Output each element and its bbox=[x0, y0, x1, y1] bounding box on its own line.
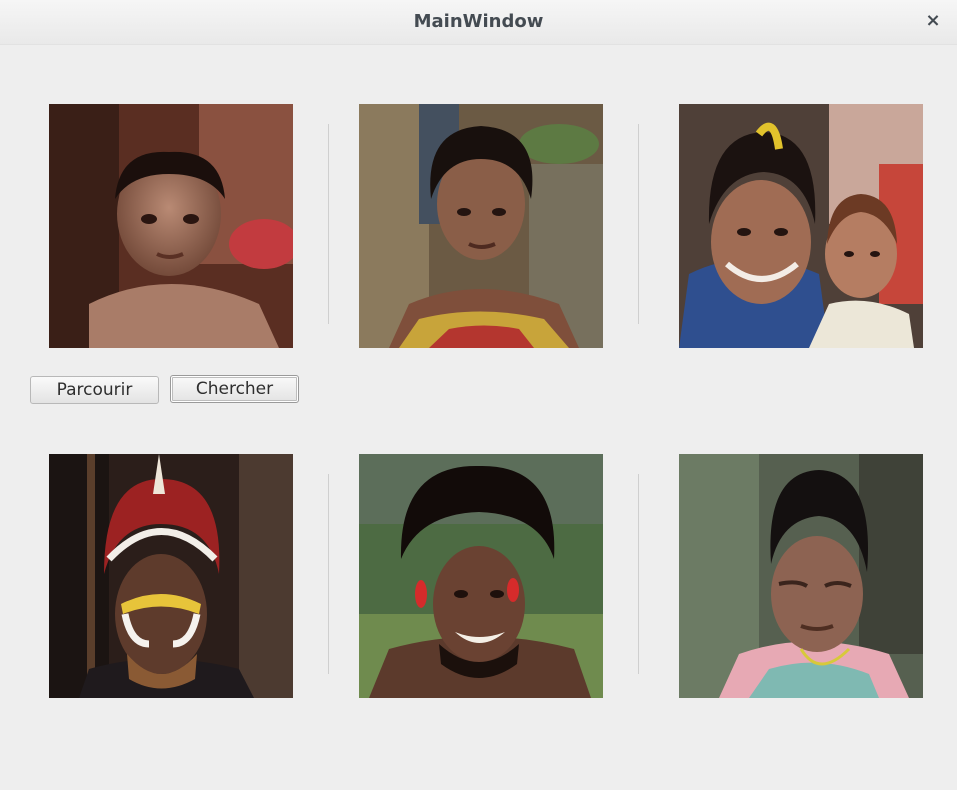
window-title: MainWindow bbox=[413, 11, 544, 32]
separator-2 bbox=[638, 124, 639, 324]
separator-4 bbox=[638, 474, 639, 674]
result-image-1 bbox=[49, 104, 293, 348]
browse-button[interactable]: Parcourir bbox=[30, 376, 159, 404]
main-window: MainWindow × Parcourir Chercher bbox=[0, 0, 957, 790]
result-image-6 bbox=[679, 454, 923, 698]
result-image-3 bbox=[679, 104, 923, 348]
photo-boy bbox=[49, 104, 293, 348]
close-icon[interactable]: × bbox=[923, 10, 943, 32]
photo-man-smiling bbox=[359, 454, 603, 698]
photo-man-painted-face bbox=[49, 454, 293, 698]
result-image-4 bbox=[49, 454, 293, 698]
search-button[interactable]: Chercher bbox=[170, 375, 299, 403]
result-image-5 bbox=[359, 454, 603, 698]
separator-3 bbox=[328, 474, 329, 674]
photo-woman bbox=[359, 104, 603, 348]
photo-woman-with-child bbox=[679, 104, 923, 348]
separator-1 bbox=[328, 124, 329, 324]
result-image-2 bbox=[359, 104, 603, 348]
photo-woman-looking-down bbox=[679, 454, 923, 698]
title-bar[interactable]: MainWindow × bbox=[0, 0, 957, 45]
